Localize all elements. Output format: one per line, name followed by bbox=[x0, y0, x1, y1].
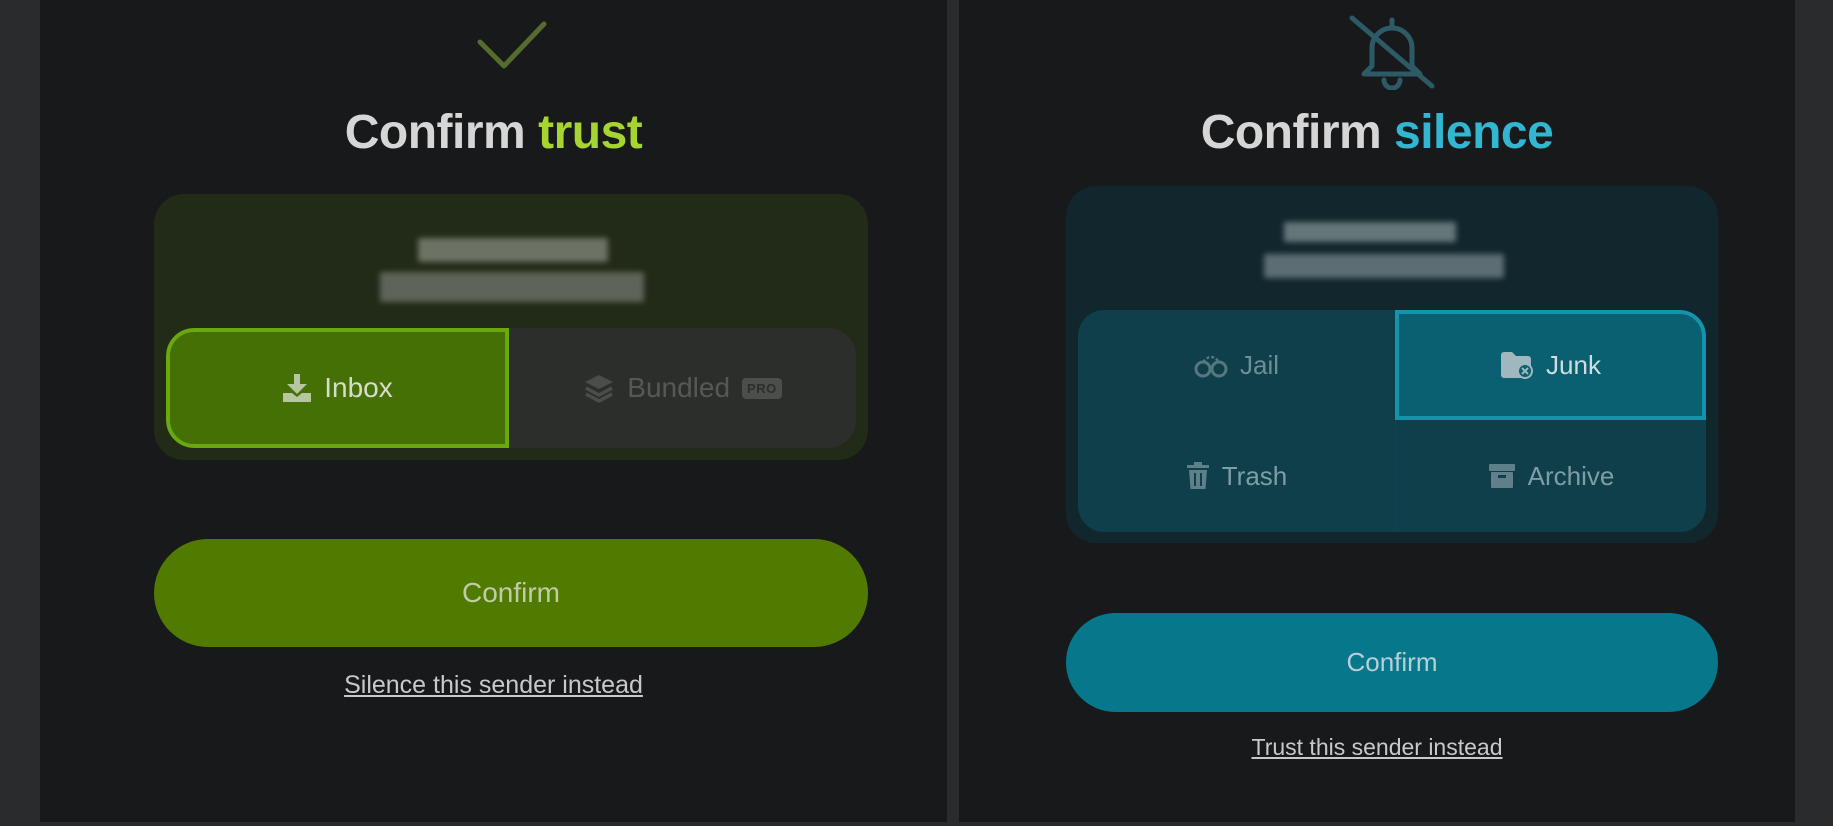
title-accent: trust bbox=[538, 106, 643, 159]
page-title: Confirm trust bbox=[344, 106, 643, 159]
trash-icon bbox=[1186, 462, 1209, 489]
confirm-trust-button[interactable]: Confirm bbox=[154, 539, 868, 647]
junk-option[interactable]: Junk bbox=[1395, 310, 1706, 420]
silence-panel: Confirm silence Jail Junk Trash Archive … bbox=[959, 0, 1795, 822]
archive-box-icon bbox=[1488, 464, 1515, 488]
confirm-silence-button[interactable]: Confirm bbox=[1066, 613, 1718, 712]
inbox-option[interactable]: Inbox bbox=[166, 328, 509, 448]
silence-instead-link[interactable]: Silence this sender instead bbox=[40, 671, 947, 700]
silence-destination-grid: Jail Junk Trash Archive bbox=[1078, 310, 1706, 532]
destination-toggle: Inbox Bundled PRO bbox=[166, 328, 856, 448]
sender-card: Inbox Bundled PRO bbox=[154, 194, 868, 460]
folder-x-icon bbox=[1501, 352, 1534, 379]
title-accent: silence bbox=[1394, 106, 1554, 159]
sender-info-blurred bbox=[1262, 218, 1522, 288]
handcuffs-icon bbox=[1194, 355, 1228, 378]
checkmark-icon bbox=[477, 21, 547, 69]
jail-option[interactable]: Jail bbox=[1078, 310, 1395, 420]
page-title: Confirm silence bbox=[1200, 106, 1554, 159]
layers-icon bbox=[585, 375, 614, 403]
trash-option[interactable]: Trash bbox=[1078, 420, 1395, 532]
trust-instead-link[interactable]: Trust this sender instead bbox=[959, 734, 1795, 761]
sender-card: Jail Junk Trash Archive bbox=[1066, 186, 1718, 543]
pro-badge: PRO bbox=[742, 377, 782, 399]
bundled-option[interactable]: Bundled PRO bbox=[509, 328, 856, 448]
trust-panel: Confirm trust Inbox Bundled PRO Confirm … bbox=[40, 0, 947, 822]
bell-slash-icon bbox=[1349, 15, 1435, 90]
sender-info-blurred bbox=[374, 230, 654, 310]
archive-option[interactable]: Archive bbox=[1395, 420, 1706, 532]
download-tray-icon bbox=[283, 374, 312, 402]
